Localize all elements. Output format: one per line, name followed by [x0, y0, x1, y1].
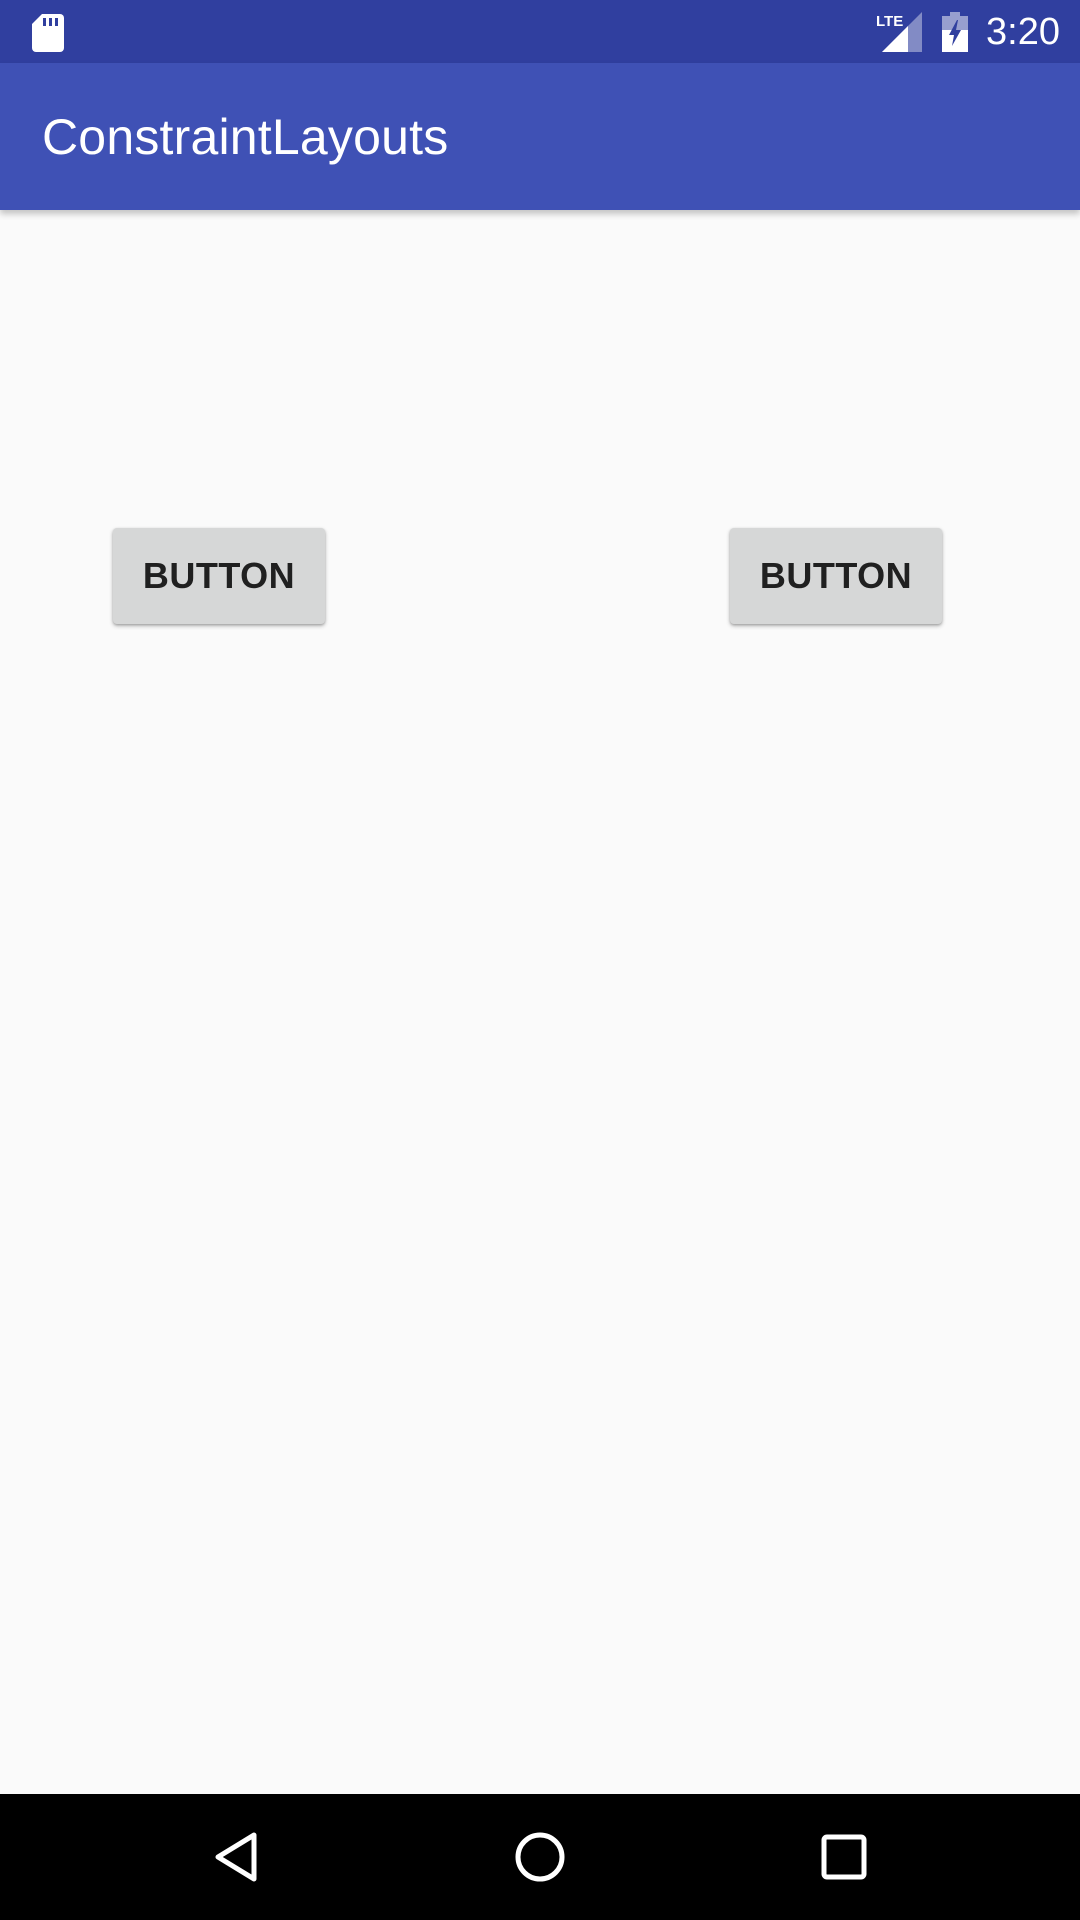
- main-content: BUTTON BUTTON: [0, 210, 1080, 1794]
- battery-charging-icon: [942, 12, 968, 52]
- phone-screen: LTE 3:20 ConstraintLayouts BUTTON BUTTON: [0, 0, 1080, 1920]
- app-bar: ConstraintLayouts: [0, 63, 1080, 210]
- left-button[interactable]: BUTTON: [113, 528, 325, 624]
- recents-icon: [821, 1834, 867, 1880]
- app-title: ConstraintLayouts: [42, 109, 449, 165]
- home-button[interactable]: [500, 1817, 580, 1897]
- recents-button[interactable]: [804, 1817, 884, 1897]
- navigation-bar: [0, 1794, 1080, 1920]
- back-icon: [215, 1832, 257, 1882]
- lte-signal-icon: LTE: [876, 12, 922, 52]
- home-icon: [515, 1832, 565, 1882]
- network-type-label: LTE: [876, 13, 903, 30]
- status-bar: LTE 3:20: [0, 0, 1080, 63]
- clock-time: 3:20: [986, 11, 1060, 53]
- sd-card-icon: [32, 14, 64, 52]
- right-button[interactable]: BUTTON: [730, 528, 942, 624]
- back-button[interactable]: [196, 1817, 276, 1897]
